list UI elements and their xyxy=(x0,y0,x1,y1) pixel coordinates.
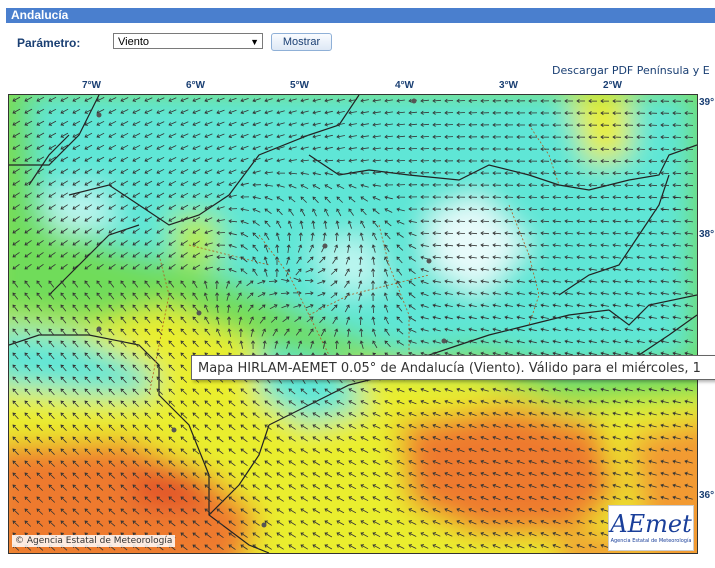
copyright-notice: © Agencia Estatal de Meteorología xyxy=(12,535,176,547)
wind-map[interactable] xyxy=(8,94,698,554)
dropdown-arrow-icon: ▼ xyxy=(250,37,259,47)
parameter-select-value: Viento xyxy=(118,36,149,48)
aemet-logo: AEmet Agencia Estatal de Meteorología xyxy=(608,505,694,551)
logo-text: AEmet xyxy=(610,510,692,538)
copyright-text: Agencia Estatal de Meteorología xyxy=(26,536,173,546)
lat-label-36: 36° xyxy=(699,490,715,501)
lat-label-38: 38° xyxy=(699,229,715,240)
lon-label-5w: 5°W xyxy=(290,80,309,91)
lon-label-2w: 2°W xyxy=(603,80,622,91)
wind-map-svg xyxy=(9,95,697,553)
lon-label-6w: 6°W xyxy=(186,80,205,91)
logo-subtitle: Agencia Estatal de Meteorología xyxy=(610,538,692,544)
show-button[interactable]: Mostrar xyxy=(271,33,332,51)
lon-label-3w: 3°W xyxy=(499,80,518,91)
parameter-select[interactable]: Viento ▼ xyxy=(113,33,263,49)
map-tooltip: Mapa HIRLAM-AEMET 0.05° de Andalucía (Vi… xyxy=(191,355,715,380)
copyright-icon: © xyxy=(15,536,24,546)
lat-label-39: 39° xyxy=(699,97,715,108)
lon-label-4w: 4°W xyxy=(395,80,414,91)
lon-label-7w: 7°W xyxy=(82,80,101,91)
wind-speed-field xyxy=(9,95,697,553)
panel-title: Andalucía xyxy=(6,8,715,23)
download-pdf-link[interactable]: Descargar PDF Península y E xyxy=(552,64,710,77)
parameter-label: Parámetro: xyxy=(17,36,81,50)
